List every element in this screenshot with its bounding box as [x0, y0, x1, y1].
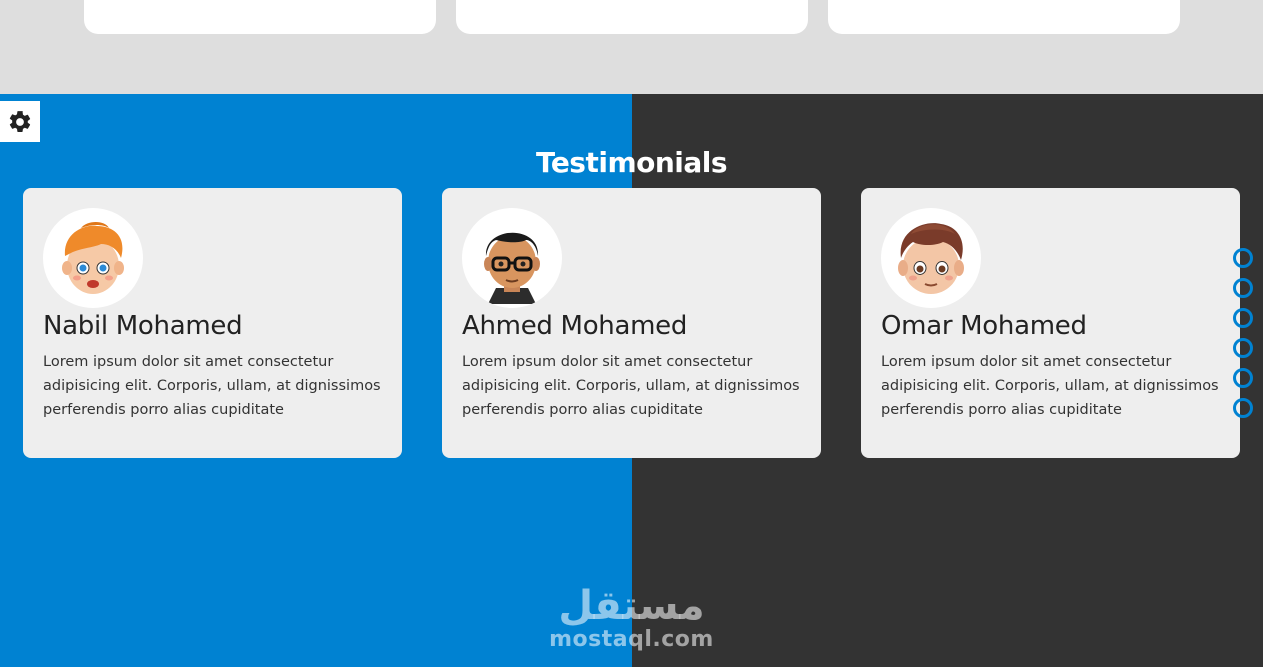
feature-card [456, 0, 808, 34]
nav-bullet[interactable] [1233, 368, 1253, 388]
top-strip [0, 0, 1263, 94]
testimonial-name: Nabil Mohamed [43, 311, 243, 341]
nav-bullet[interactable] [1233, 308, 1253, 328]
testimonial-text: Lorem ipsum dolor sit amet consectetur a… [462, 354, 800, 418]
gear-icon [9, 110, 31, 132]
feature-card [84, 0, 436, 34]
testimonial-text: Lorem ipsum dolor sit amet consectetur a… [881, 354, 1219, 418]
watermark-latin: mostaql.com [549, 627, 714, 652]
testimonial-card: Nabil Mohamed Lorem ipsum dolor sit amet… [23, 188, 402, 458]
testimonial-name: Omar Mohamed [881, 311, 1087, 341]
nav-bullet[interactable] [1233, 278, 1253, 298]
testimonial-text: Lorem ipsum dolor sit amet consectetur a… [43, 354, 381, 418]
section-title: Testimonials [535, 146, 728, 179]
nav-bullet[interactable] [1233, 398, 1253, 418]
settings-toggle-button[interactable] [0, 101, 40, 142]
watermark-arabic: مستقل [558, 583, 705, 629]
testimonial-card: Omar Mohamed Lorem ipsum dolor sit amet … [861, 188, 1240, 458]
nav-bullet[interactable] [1233, 338, 1253, 358]
avatar [881, 208, 981, 308]
feature-card [828, 0, 1180, 34]
nav-bullets [1233, 248, 1253, 428]
avatar-glasses-icon [484, 232, 540, 304]
avatar-brown-hair-icon [898, 223, 964, 294]
avatar-orange-hair-icon [62, 222, 124, 294]
nav-bullet[interactable] [1233, 248, 1253, 268]
testimonials-section: Testimonials Nabil Mohamed Lorem ipsum d… [0, 94, 1263, 667]
avatar [462, 208, 562, 308]
watermark: مستقل mostaql.com [0, 584, 1263, 652]
testimonial-card: Ahmed Mohamed Lorem ipsum dolor sit amet… [442, 188, 821, 458]
testimonial-name: Ahmed Mohamed [462, 311, 688, 341]
avatar [43, 208, 143, 308]
